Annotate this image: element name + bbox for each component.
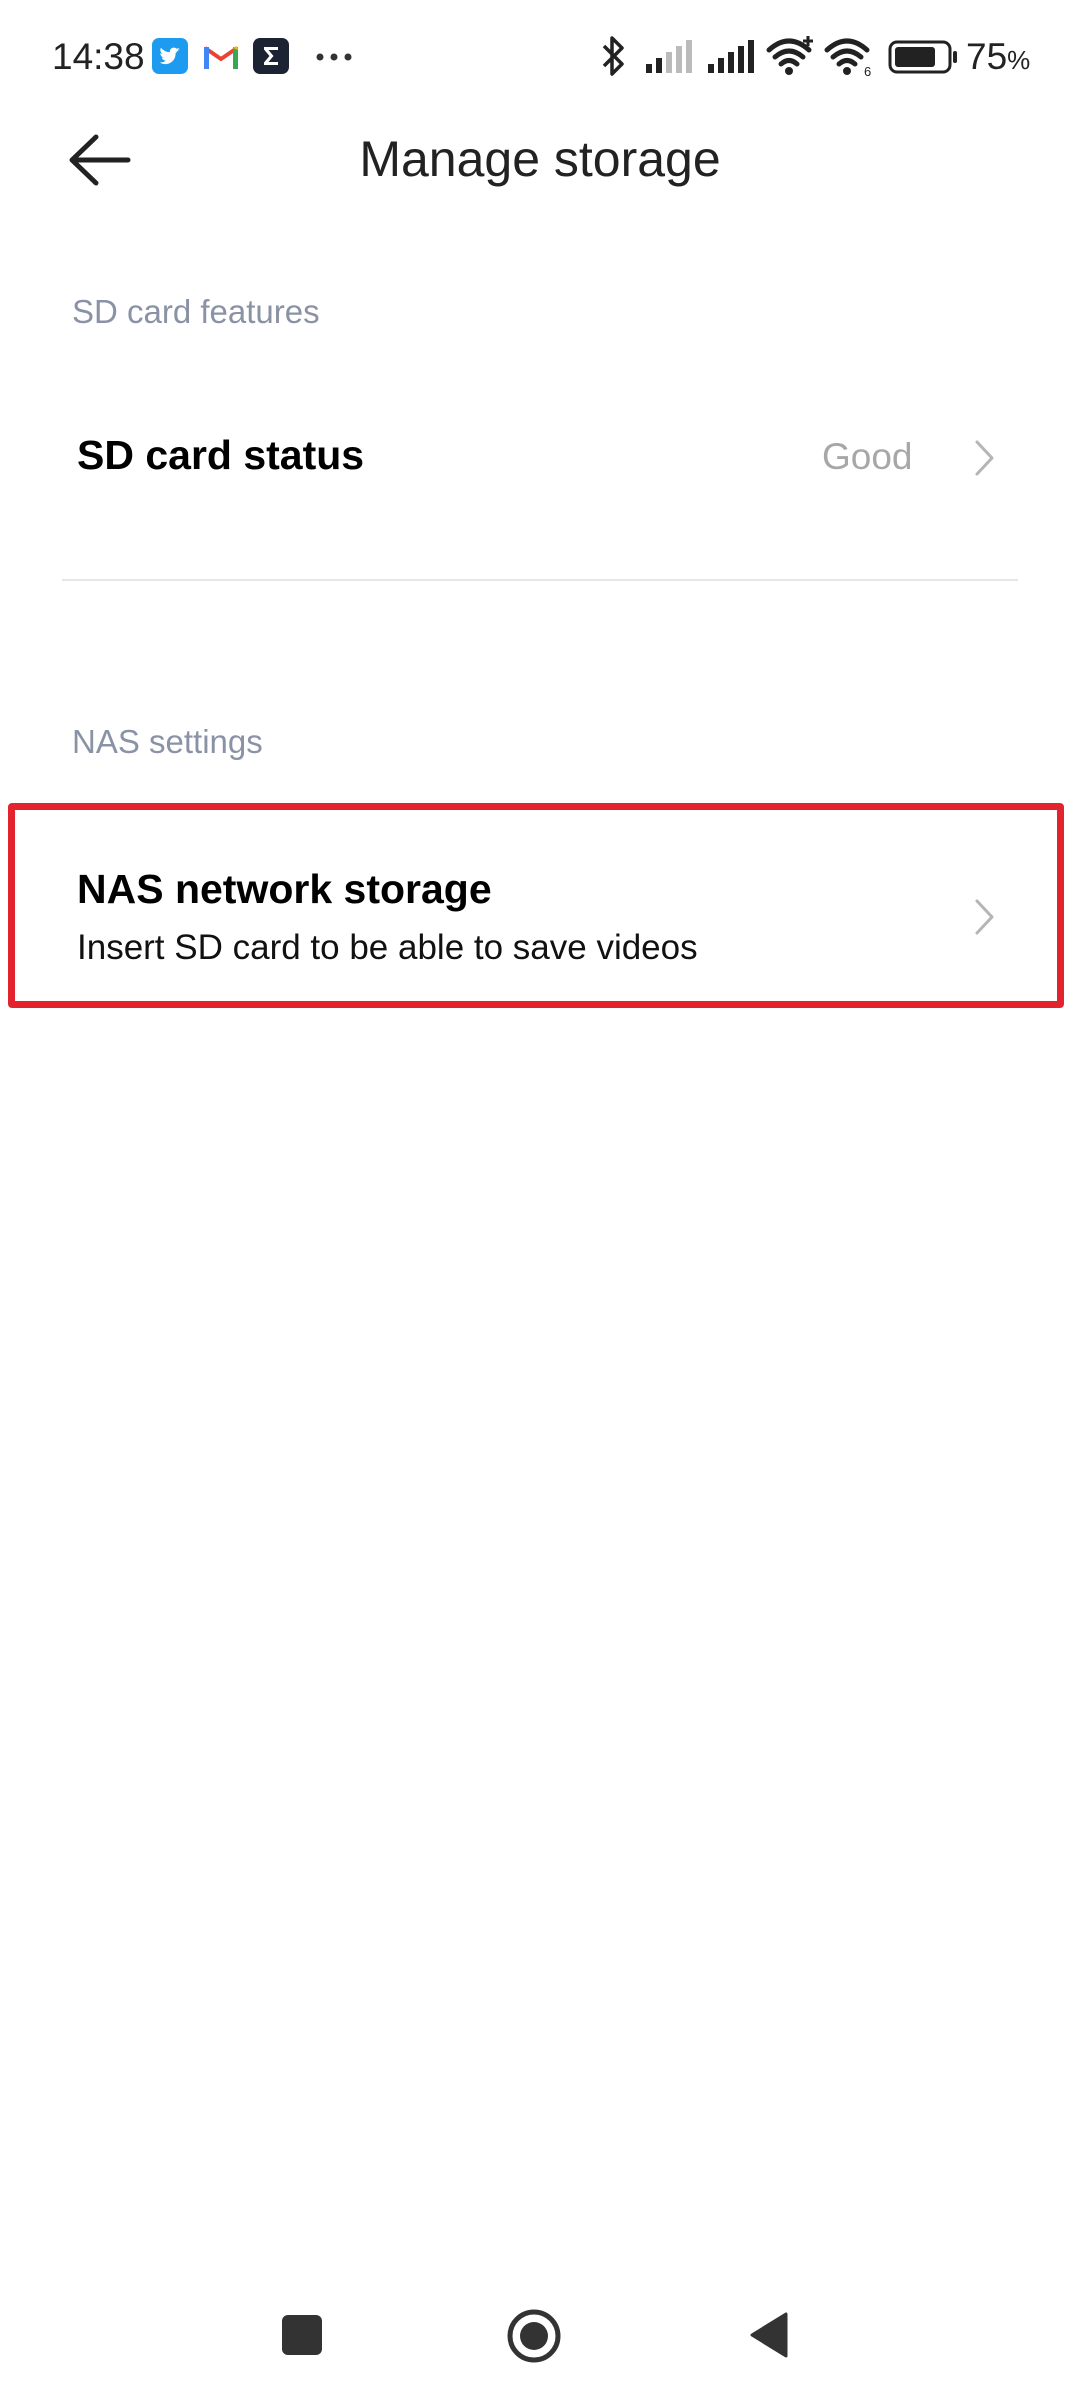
twitter-icon (152, 38, 188, 74)
page-title: Manage storage (359, 131, 721, 187)
status-time: 14:38 (52, 36, 145, 77)
sd-card-status-title: SD card status (77, 432, 365, 478)
recents-square-icon[interactable] (279, 2312, 325, 2358)
sd-card-status-row[interactable]: SD card status Good (40, 390, 1040, 525)
battery-percent: 75% (966, 36, 1031, 77)
sigma-app-icon (253, 38, 289, 74)
signal-icon (646, 40, 692, 73)
sd-card-status-value: Good (822, 436, 913, 477)
battery-icon (888, 40, 957, 74)
bluetooth-icon (602, 36, 624, 76)
status-bar: 14:38 6 75% (0, 0, 1080, 110)
home-circle-icon[interactable] (505, 2307, 563, 2365)
more-dots-icon (316, 53, 352, 61)
back-triangle-icon[interactable] (746, 2310, 792, 2360)
section-label-nas: NAS settings (72, 723, 263, 760)
divider (62, 579, 1018, 581)
wifi-icon (766, 36, 813, 75)
gmail-icon (203, 46, 239, 69)
highlight-box (8, 803, 1064, 1008)
signal-icon (708, 40, 754, 73)
svg-text:6: 6 (864, 64, 871, 78)
chevron-right-icon (975, 440, 994, 476)
wifi-6-icon: 6 (824, 38, 871, 78)
section-label-sd-card: SD card features (72, 293, 320, 330)
